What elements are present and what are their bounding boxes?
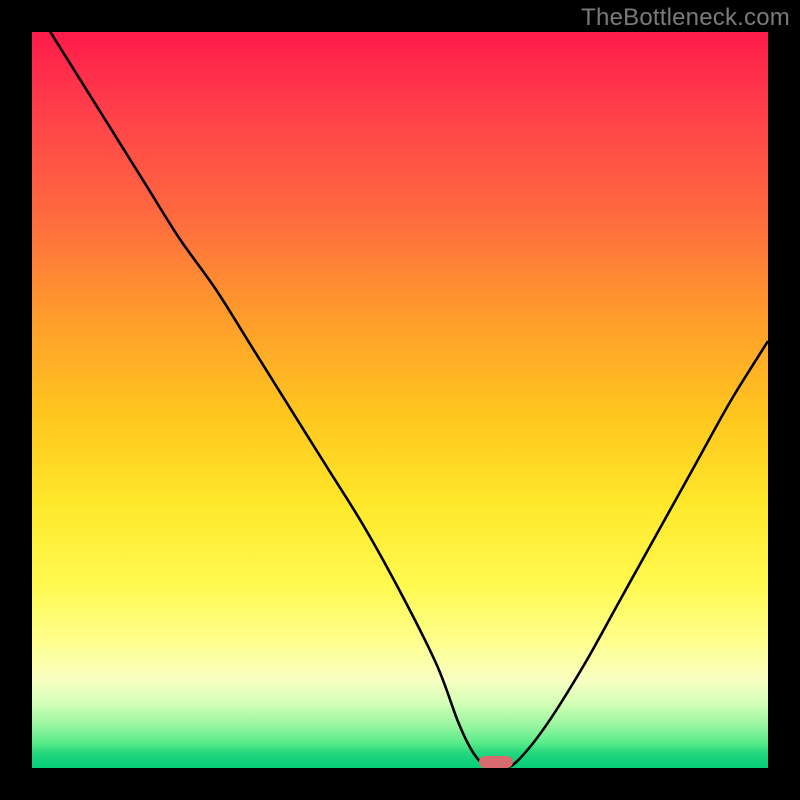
optimal-marker <box>479 756 513 768</box>
curve-svg <box>32 32 768 768</box>
chart-frame: TheBottleneck.com <box>0 0 800 800</box>
bottleneck-curve-path <box>32 32 768 768</box>
plot-area <box>32 32 768 768</box>
watermark-text: TheBottleneck.com <box>581 4 790 32</box>
